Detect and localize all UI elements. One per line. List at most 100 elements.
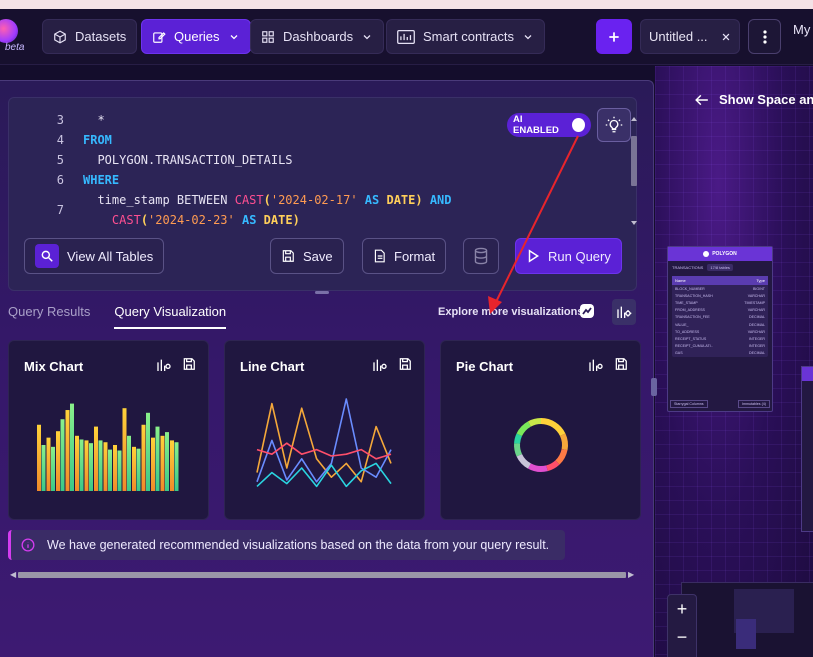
resize-handle[interactable] bbox=[315, 291, 329, 294]
mix-chart-card[interactable]: Mix Chart bbox=[8, 340, 209, 520]
mix-bar-a bbox=[160, 435, 165, 491]
mix-bar-b bbox=[155, 426, 160, 491]
nav-dashboards-button[interactable]: Dashboards bbox=[250, 19, 385, 54]
schema-canvas[interactable]: Show Space and POLYGON TRANSACTIONS 17/8… bbox=[655, 66, 813, 657]
node-badge: 17/8 tables bbox=[707, 264, 733, 271]
node-foot-columns[interactable]: Starrygal Columns bbox=[670, 400, 708, 408]
cube-icon bbox=[54, 29, 66, 44]
mix-bar-b bbox=[79, 439, 84, 491]
mix-bar-a bbox=[103, 442, 108, 491]
line-chart-plot bbox=[256, 398, 392, 488]
pie-slice bbox=[514, 433, 523, 444]
columns-table: Name Type BLOCK_NUMBER BIGINT TRANSACTION… bbox=[672, 276, 768, 357]
table-row[interactable]: VALUE_ DECIMAL bbox=[672, 321, 768, 328]
zoom-controls: + − bbox=[667, 594, 697, 657]
save-icon[interactable] bbox=[182, 357, 196, 371]
show-space-label: Show Space and bbox=[719, 92, 813, 107]
results-scrollbar[interactable]: ◀ ▶ bbox=[8, 570, 636, 580]
tab-query-visualization[interactable]: Query Visualization bbox=[114, 304, 227, 329]
save-icon[interactable] bbox=[614, 357, 628, 371]
new-query-button[interactable] bbox=[596, 19, 632, 54]
polygon-schema-node[interactable]: POLYGON TRANSACTIONS 17/8 tables Name Ty… bbox=[667, 246, 773, 412]
mix-bar-a bbox=[113, 445, 117, 491]
scroll-right-icon[interactable]: ▶ bbox=[628, 570, 634, 579]
chart-settings-icon[interactable] bbox=[156, 357, 172, 373]
recommendation-info-banner: We have generated recommended visualizat… bbox=[8, 530, 565, 560]
info-icon bbox=[21, 538, 35, 552]
mix-bar-a bbox=[84, 440, 89, 491]
mix-bar-b bbox=[174, 442, 179, 491]
kebab-menu-icon bbox=[762, 29, 767, 44]
table-row[interactable]: FROM_ADDRESS VARCHAR bbox=[672, 307, 768, 314]
mix-bar-b bbox=[89, 443, 93, 491]
chart-settings-icon[interactable] bbox=[588, 357, 604, 373]
arrow-left-icon bbox=[695, 94, 708, 105]
mix-bar-b bbox=[146, 412, 150, 491]
ai-suggest-button[interactable] bbox=[597, 108, 631, 142]
pie-slice bbox=[555, 448, 568, 465]
nav-queries-button[interactable]: Queries bbox=[141, 19, 251, 54]
table-row[interactable]: TRANSACTION_FEE DECIMAL bbox=[672, 314, 768, 321]
close-icon[interactable] bbox=[721, 32, 731, 42]
scroll-up-icon[interactable] bbox=[631, 116, 637, 122]
second-schema-node[interactable] bbox=[801, 366, 813, 532]
mix-bar-b bbox=[108, 449, 112, 491]
chevron-down-icon bbox=[230, 34, 237, 39]
editor-scrollbar[interactable] bbox=[631, 116, 637, 226]
scroll-down-icon[interactable] bbox=[631, 220, 637, 226]
my-menu-label[interactable]: My bbox=[793, 22, 810, 37]
line-series bbox=[256, 398, 392, 483]
canvas-minimap[interactable] bbox=[681, 582, 813, 657]
show-space-button[interactable]: Show Space and bbox=[695, 92, 813, 107]
more-options-button[interactable] bbox=[748, 19, 781, 54]
chevron-down-icon bbox=[363, 34, 371, 39]
annotation-arrow-head bbox=[488, 296, 502, 314]
mix-bar-b bbox=[165, 432, 169, 491]
table-row[interactable]: TO_ADDRESS VARCHAR bbox=[672, 328, 768, 335]
nav-datasets-button[interactable]: Datasets bbox=[42, 19, 138, 54]
mix-bar-a bbox=[94, 426, 98, 491]
panel-resize-handle[interactable] bbox=[651, 378, 657, 396]
save-icon[interactable] bbox=[398, 357, 412, 371]
table-row[interactable]: BLOCK_NUMBER BIGINT bbox=[672, 285, 768, 292]
nav-smart-contracts-button[interactable]: Smart contracts bbox=[386, 19, 546, 54]
mix-bar-a bbox=[56, 431, 60, 491]
beta-badge: beta bbox=[5, 42, 25, 53]
annotation-arrow bbox=[488, 135, 579, 314]
table-row[interactable]: RECEIPT_STATUS INTEGER bbox=[672, 335, 768, 342]
card-title: Pie Chart bbox=[456, 359, 514, 374]
gradient-orb-icon bbox=[0, 19, 18, 43]
tab-query-results[interactable]: Query Results bbox=[8, 304, 90, 329]
chart-settings-icon[interactable] bbox=[372, 357, 388, 373]
format-button[interactable]: Format bbox=[362, 238, 447, 274]
query-tab-title: Untitled ... bbox=[649, 29, 708, 44]
table-row[interactable]: TIME_STAMP TIMESTAMP bbox=[672, 299, 768, 306]
mix-bar-a bbox=[65, 410, 70, 491]
card-title: Mix Chart bbox=[24, 359, 84, 374]
save-button[interactable]: Save bbox=[270, 238, 344, 274]
app-logo[interactable]: beta bbox=[0, 17, 30, 57]
table-row[interactable]: RECEIPT_CUMULATI.. INTEGER bbox=[672, 343, 768, 350]
table-row[interactable]: TRANSACTION_HASH VARCHAR bbox=[672, 292, 768, 299]
view-all-tables-button[interactable]: View All Tables bbox=[24, 238, 165, 274]
node-foot-immutables[interactable]: Immutables (4) bbox=[738, 400, 770, 408]
mix-bar-a bbox=[46, 437, 51, 491]
line-chart-card[interactable]: Line Chart bbox=[224, 340, 425, 520]
query-tab[interactable]: Untitled ... bbox=[640, 19, 740, 54]
nav-smart-contracts-label: Smart contracts bbox=[423, 29, 515, 44]
pie-chart-card[interactable]: Pie Chart bbox=[440, 340, 641, 520]
pie-slice bbox=[540, 418, 566, 437]
mix-bar-b bbox=[41, 445, 46, 491]
pie-slice bbox=[559, 433, 568, 451]
mix-bar-b bbox=[117, 450, 122, 491]
chart-gear-icon bbox=[617, 306, 632, 318]
mix-bar-b bbox=[127, 435, 131, 491]
node-tab[interactable]: TRANSACTIONS bbox=[672, 265, 703, 270]
table-row[interactable]: GAS DECIMAL bbox=[672, 350, 768, 357]
scroll-left-icon[interactable]: ◀ bbox=[10, 570, 16, 579]
grid-icon bbox=[262, 30, 274, 43]
pie-slice bbox=[527, 418, 542, 427]
visualization-settings-button[interactable] bbox=[612, 299, 636, 325]
zoom-out-button[interactable]: − bbox=[668, 623, 696, 651]
zoom-in-button[interactable]: + bbox=[668, 595, 696, 623]
